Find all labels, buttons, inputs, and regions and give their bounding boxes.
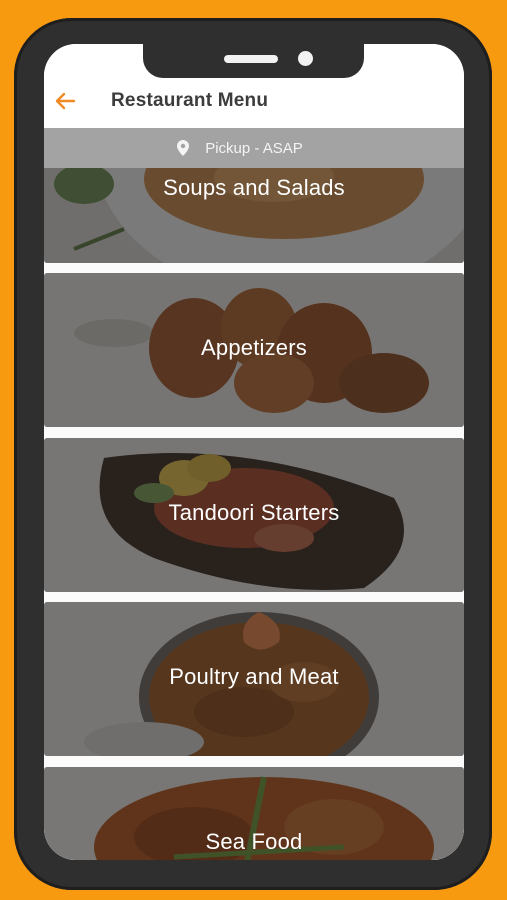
category-label: Appetizers [201,335,307,360]
category-label: Poultry and Meat [169,664,339,689]
map-pin-icon [177,140,190,156]
category-card-poultry-and-meat[interactable]: Poultry and Meat [44,602,464,756]
category-card-tandoori-starters[interactable]: Tandoori Starters [44,438,464,592]
page-title: Restaurant Menu [111,90,269,111]
pickup-bar[interactable]: Pickup - ASAP [44,128,464,168]
category-label: Soups and Salads [163,175,345,200]
category-list: Soups and Salads Appetizers Tandoori Sta… [44,168,464,860]
category-card-sea-food[interactable]: Sea Food [44,767,464,860]
app-screen: Restaurant Menu Pickup - ASAP Soups and … [44,44,464,860]
category-label: Tandoori Starters [168,500,340,525]
category-label: Sea Food [205,829,303,854]
phone-notch [143,43,364,78]
pickup-text: Pickup - ASAP [205,139,303,157]
category-card-appetizers[interactable]: Appetizers [44,273,464,427]
arrow-left-icon[interactable] [54,92,76,110]
category-card-soups-and-salads[interactable]: Soups and Salads [44,168,464,263]
front-camera [298,51,313,66]
speaker-grille [224,55,278,63]
